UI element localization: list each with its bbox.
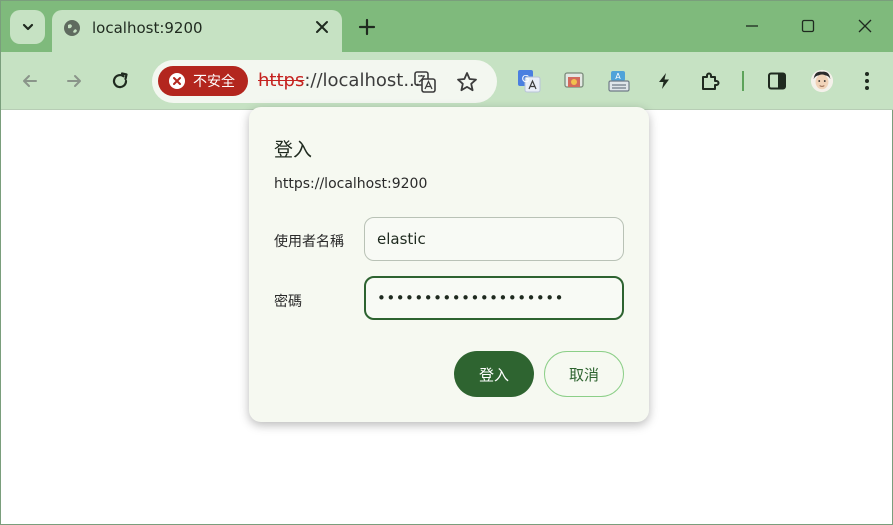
navigation-toolbar: 不安全 https://localhost... G A [1,52,893,110]
globe-icon [64,20,80,36]
new-tab-icon[interactable] [357,17,377,37]
dialog-title: 登入 [274,139,313,161]
browser-window: localhost:9200 不安全 https://localhost... … [0,0,893,525]
puzzle-icon [702,72,720,90]
google-translate-extension[interactable]: G [517,69,541,93]
username-label: 使用者名稱 [274,234,344,250]
minimize-icon [746,25,758,27]
back-button[interactable] [18,69,42,93]
screen-capture-icon [564,72,584,88]
password-label: 密碼 [274,294,302,310]
menu-button[interactable] [855,69,879,93]
tab-search-button[interactable] [10,10,45,44]
cast-extension[interactable] [562,69,586,93]
more-vertical-icon [865,72,869,90]
forward-button[interactable] [62,69,86,93]
translate-button[interactable] [414,71,436,97]
arrow-right-icon [67,75,81,87]
side-panel-icon [768,72,786,90]
url-rest: ://localhost... [304,70,421,91]
svg-text:G: G [522,74,530,85]
url-text[interactable]: https://localhost... [258,70,420,91]
maximize-button[interactable] [797,15,819,37]
security-chip-label: 不安全 [193,74,235,90]
url-scheme: https [258,70,305,91]
side-panel-button[interactable] [765,69,789,93]
cancel-button[interactable]: 取消 [544,351,624,397]
sign-in-dialog: 登入 https://localhost:9200 使用者名稱 elastic … [249,107,649,422]
security-chip[interactable]: 不安全 [158,66,248,96]
avatar [810,69,834,93]
arrow-left-icon [23,75,37,87]
translate-icon [414,71,436,93]
profile-button[interactable] [810,69,834,93]
lightning-extension[interactable] [652,69,676,93]
tab-strip: localhost:9200 [1,1,893,52]
text-extension[interactable]: A [607,69,631,93]
lightning-icon [659,73,669,89]
google-translate-icon: G [518,70,541,93]
close-icon [858,19,872,33]
username-field[interactable]: elastic [364,217,624,261]
dialog-origin: https://localhost:9200 [274,176,428,192]
toolbar-divider [742,71,744,91]
insecure-x-icon [169,73,185,89]
close-window-button[interactable] [854,15,876,37]
address-bar[interactable]: 不安全 https://localhost... [152,60,497,103]
username-value: elastic [377,230,426,248]
tab-title: localhost:9200 [92,19,203,37]
text-scanner-icon: A [608,71,630,92]
star-icon [457,72,477,92]
tab-active[interactable]: localhost:9200 [52,10,342,52]
svg-text:A: A [615,72,621,81]
sign-in-button[interactable]: 登入 [454,351,534,397]
reload-icon [112,72,128,89]
minimize-button[interactable] [741,15,763,37]
maximize-icon [801,19,815,33]
extensions-button[interactable] [698,69,722,93]
chevron-down-icon [22,23,33,31]
bookmark-button[interactable] [456,71,478,97]
password-value: •••••••••••••••••••• [377,289,564,307]
close-tab-icon[interactable] [314,19,330,35]
password-field[interactable]: •••••••••••••••••••• [364,276,624,320]
reload-button[interactable] [108,69,132,93]
